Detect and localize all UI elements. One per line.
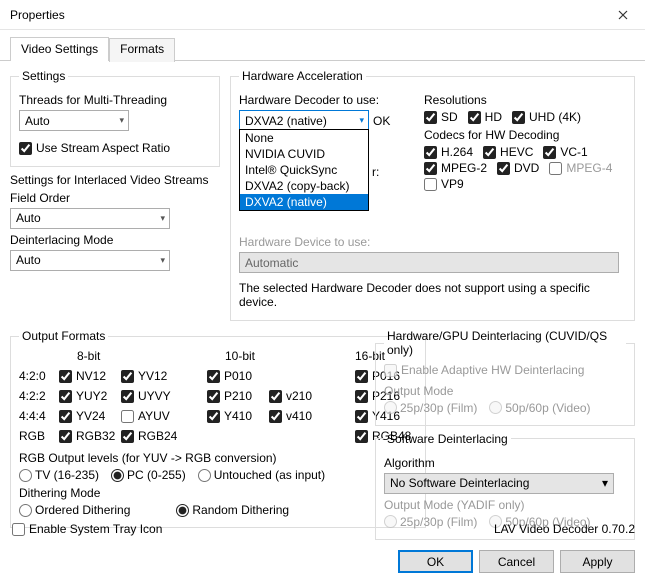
of-row-420: 4:2:0 [19,369,59,383]
deint-mode-label: Deinterlacing Mode [10,233,220,247]
of-rgb32[interactable]: RGB32 [59,429,115,443]
ok-button[interactable]: OK [398,550,473,573]
settings-group: Settings Threads for Multi-Threading Aut… [10,69,220,167]
hw-accel-legend: Hardware Acceleration [239,69,366,83]
codec-dvd-checkbox[interactable]: DVD [497,161,539,175]
of-row-rgb: RGB [19,429,59,443]
threads-label: Threads for Multi-Threading [19,93,211,107]
hw-device-label: Hardware Device to use: [239,235,626,249]
of-p010[interactable]: P010 [207,369,263,383]
rgb-tv-radio[interactable]: TV (16-235) [19,468,99,482]
codec-vp9-checkbox[interactable]: VP9 [424,177,464,191]
hw-decoder-status: OK [373,114,390,128]
gpu-25p-radio: 25p/30p (Film) [384,401,477,415]
res-sd-checkbox[interactable]: SD [424,110,458,124]
of-rgb24[interactable]: RGB24 [121,429,177,443]
gpu-50p-radio: 50p/60p (Video) [489,401,590,415]
of-header-8bit: 8-bit [59,349,183,363]
hw-accel-group: Hardware Acceleration Hardware Decoder t… [230,69,635,321]
hw-decoder-option[interactable]: NVIDIA CUVID [240,146,368,162]
footer: Enable System Tray Icon LAV Video Decode… [0,514,645,546]
chevron-down-icon: ▾ [160,213,165,224]
interlaced-header: Settings for Interlaced Video Streams [10,173,220,187]
hw-decoder-option[interactable]: None [240,130,368,146]
of-y410[interactable]: Y410 [207,409,263,423]
rgb-pc-radio[interactable]: PC (0-255) [111,468,186,482]
hw-decoder-option-selected[interactable]: DXVA2 (native) [240,194,368,210]
hw-device-select: Automatic [239,252,619,273]
settings-legend: Settings [19,69,68,83]
field-order-select[interactable]: Auto▾ [10,208,170,229]
titlebar: Properties [0,0,645,30]
adaptive-deint-checkbox: Enable Adaptive HW Deinterlacing [384,363,584,377]
of-v210[interactable]: v210 [269,389,325,403]
hw-device-note: The selected Hardware Decoder does not s… [239,281,626,309]
dialog-buttons: OK Cancel Apply [392,550,635,573]
output-formats-group: Output Formats 8-bit 10-bit 16-bit 4:2:0… [10,329,426,528]
codec-mpeg2-checkbox[interactable]: MPEG-2 [424,161,487,175]
hw-decoder-option[interactable]: Intel® QuickSync [240,162,368,178]
resolutions-label: Resolutions [424,93,626,107]
of-header-10bit: 10-bit [207,349,331,363]
chevron-down-icon: ▾ [359,115,364,126]
field-order-label: Field Order [10,191,220,205]
close-icon [618,10,628,20]
hw-decoder-option[interactable]: DXVA2 (copy-back) [240,178,368,194]
codec-hevc-checkbox[interactable]: HEVC [483,145,533,159]
codec-vc1-checkbox[interactable]: VC-1 [543,145,587,159]
tab-video-settings[interactable]: Video Settings [10,37,109,61]
threads-select[interactable]: Auto▾ [19,110,129,131]
cancel-button[interactable]: Cancel [479,550,554,573]
gpu-output-mode-label: Output Mode [384,384,626,398]
stream-ar-checkbox[interactable]: Use Stream Aspect Ratio [19,141,170,155]
of-yuy2[interactable]: YUY2 [59,389,115,403]
res-hd-checkbox[interactable]: HD [468,110,502,124]
window-title: Properties [10,8,600,22]
rgb-untouched-radio[interactable]: Untouched (as input) [198,468,325,482]
codec-h264-checkbox[interactable]: H.264 [424,145,473,159]
rgb-levels-label: RGB Output levels (for YUV -> RGB conver… [19,451,417,465]
of-p210[interactable]: P210 [207,389,263,403]
sw-algo-select[interactable]: No Software Deinterlacing▾ [384,473,614,494]
tab-formats[interactable]: Formats [109,38,175,62]
of-v410[interactable]: v410 [269,409,325,423]
chevron-down-icon: ▾ [160,255,165,266]
of-row-444: 4:4:4 [19,409,59,423]
hw-decoder-select[interactable]: DXVA2 (native)▾ [239,110,369,131]
codec-mpeg4-checkbox[interactable]: MPEG-4 [549,161,612,175]
chevron-down-icon: ▾ [602,476,608,490]
output-formats-legend: Output Formats [19,329,108,343]
sw-algo-label: Algorithm [384,456,626,470]
dither-label: Dithering Mode [19,486,417,500]
of-row-422: 4:2:2 [19,389,59,403]
apply-button[interactable]: Apply [560,550,635,573]
deint-mode-select[interactable]: Auto▾ [10,250,170,271]
gpu-deint-legend: Hardware/GPU Deinterlacing (CUVID/QS onl… [384,329,626,357]
obscured-label-tail: r: [372,165,379,179]
of-yv12[interactable]: YV12 [121,369,177,383]
tab-bar: Video Settings Formats [0,30,645,61]
of-uyvy[interactable]: UYVY [121,389,177,403]
of-yv24[interactable]: YV24 [59,409,115,423]
res-uhd-checkbox[interactable]: UHD (4K) [512,110,581,124]
sw-output-mode-label: Output Mode (YADIF only) [384,498,626,512]
codecs-label: Codecs for HW Decoding [424,128,626,142]
version-label: LAV Video Decoder 0.70.2 [494,522,635,536]
gpu-deint-group: Hardware/GPU Deinterlacing (CUVID/QS onl… [375,329,635,426]
tray-icon-checkbox[interactable]: Enable System Tray Icon [12,522,162,536]
chevron-down-icon: ▾ [119,115,124,126]
close-button[interactable] [600,0,645,30]
sw-deint-legend: Software Deinterlacing [384,432,511,446]
of-ayuv[interactable]: AYUV [121,409,177,423]
of-nv12[interactable]: NV12 [59,369,115,383]
hw-decoder-dropdown[interactable]: None NVIDIA CUVID Intel® QuickSync DXVA2… [239,129,369,211]
hw-decoder-label: Hardware Decoder to use: [239,93,414,107]
